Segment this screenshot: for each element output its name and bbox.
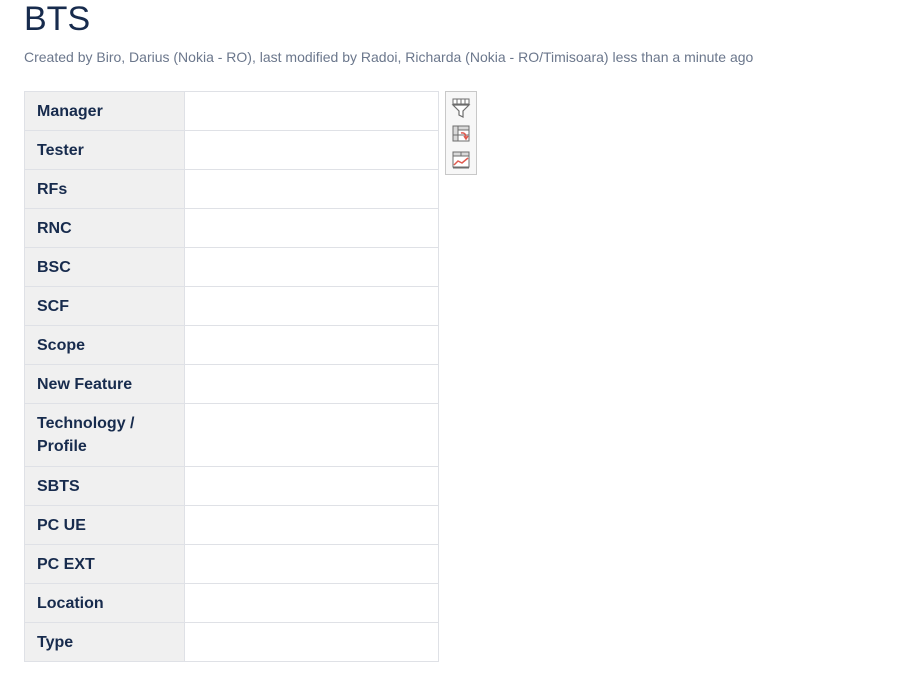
row-value-tester[interactable] <box>183 130 440 170</box>
byline-modified-prefix: , last modified by <box>251 49 361 65</box>
row-value-pc-ext[interactable] <box>183 544 440 584</box>
creator-link[interactable]: Biro, Darius (Nokia - RO) <box>96 49 252 65</box>
modifier-link[interactable]: Radoi, Richarda (Nokia - RO/Timisoara) <box>361 49 609 65</box>
table-row: Manager <box>24 91 440 131</box>
table-row: RNC <box>24 208 440 248</box>
row-value-sbts[interactable] <box>183 466 440 506</box>
table-row: New Feature <box>24 364 440 404</box>
table-row: SBTS <box>24 466 440 506</box>
row-value-location[interactable] <box>183 583 440 623</box>
table-row: PC EXT <box>24 544 440 584</box>
table-row: Scope <box>24 325 440 365</box>
row-label-scf: SCF <box>24 286 185 326</box>
row-label-manager: Manager <box>24 91 185 131</box>
byline-created-prefix: Created by <box>24 49 97 65</box>
page-byline: Created by Biro, Darius (Nokia - RO), la… <box>24 48 753 66</box>
row-label-location: Location <box>24 583 185 623</box>
table-row: RFs <box>24 169 440 209</box>
row-value-scf[interactable] <box>183 286 440 326</box>
row-label-tester: Tester <box>24 130 185 170</box>
table-row: Type <box>24 622 440 662</box>
row-label-pc-ext: PC EXT <box>24 544 185 584</box>
table-row: Location <box>24 583 440 623</box>
row-label-pc-ue: PC UE <box>24 505 185 545</box>
properties-table: Manager Tester RFs RNC BSC SCF Scope New… <box>24 91 440 662</box>
row-label-scope: Scope <box>24 325 185 365</box>
row-value-rnc[interactable] <box>183 208 440 248</box>
row-value-manager[interactable] <box>183 91 440 131</box>
table-row: SCF <box>24 286 440 326</box>
table-tools-toolbar <box>445 91 477 175</box>
row-value-bsc[interactable] <box>183 247 440 287</box>
row-label-sbts: SBTS <box>24 466 185 506</box>
row-value-rfs[interactable] <box>183 169 440 209</box>
row-label-type: Type <box>24 622 185 662</box>
table-row: PC UE <box>24 505 440 545</box>
page-title: BTS <box>24 0 91 38</box>
row-value-technology-profile[interactable] <box>183 403 440 467</box>
row-label-rfs: RFs <box>24 169 185 209</box>
row-label-bsc: BSC <box>24 247 185 287</box>
table-row: BSC <box>24 247 440 287</box>
row-label-rnc: RNC <box>24 208 185 248</box>
table-filter-icon[interactable] <box>450 97 472 119</box>
row-value-scope[interactable] <box>183 325 440 365</box>
row-value-pc-ue[interactable] <box>183 505 440 545</box>
row-label-technology-profile: Technology / Profile <box>24 403 185 467</box>
row-value-new-feature[interactable] <box>183 364 440 404</box>
row-label-new-feature: New Feature <box>24 364 185 404</box>
pivot-table-icon[interactable] <box>450 123 472 145</box>
table-chart-icon[interactable] <box>450 149 472 171</box>
modified-time-link[interactable]: less than a minute ago <box>609 49 753 65</box>
table-row: Tester <box>24 130 440 170</box>
page: BTS Created by Biro, Darius (Nokia - RO)… <box>0 0 920 688</box>
table-row: Technology / Profile <box>24 403 440 467</box>
row-value-type[interactable] <box>183 622 440 662</box>
